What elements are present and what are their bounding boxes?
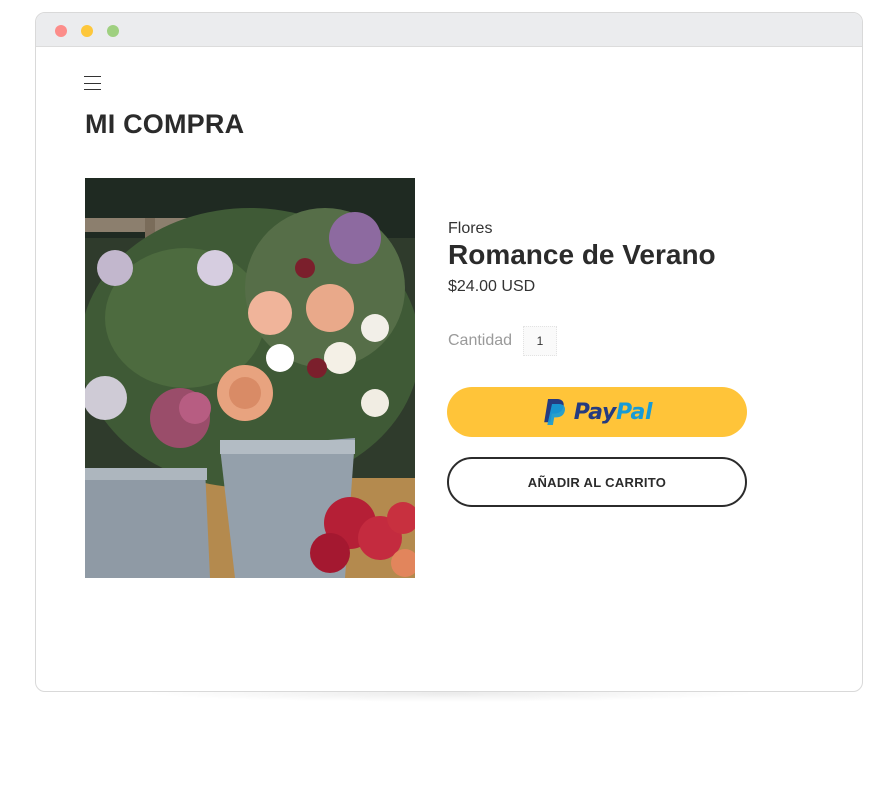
paypal-logo: PayPal (542, 398, 653, 426)
add-to-cart-button[interactable]: AÑADIR AL CARRITO (447, 457, 747, 507)
paypal-label-pal: Pal (616, 399, 653, 425)
product-name: Romance de Verano (448, 239, 716, 270)
quantity-label: Cantidad (448, 332, 513, 349)
product-image (85, 178, 415, 578)
paypal-button[interactable]: PayPal (447, 387, 747, 437)
maximize-dot[interactable] (107, 25, 119, 37)
hamburger-menu-icon[interactable] (84, 76, 102, 90)
window-titlebar (36, 13, 862, 47)
quantity-input[interactable] (523, 326, 557, 356)
page-title: MI COMPRA (85, 109, 245, 139)
flower-bouquet-photo (85, 178, 415, 578)
paypal-p-icon (543, 399, 565, 425)
minimize-dot[interactable] (81, 25, 93, 37)
product-category: Flores (448, 220, 493, 237)
product-price: $24.00 USD (448, 278, 536, 295)
close-dot[interactable] (55, 25, 67, 37)
paypal-label-pay: Pay (573, 399, 617, 425)
browser-window: MI COMPRA Flores Romance de Verano $24.0… (35, 12, 863, 692)
